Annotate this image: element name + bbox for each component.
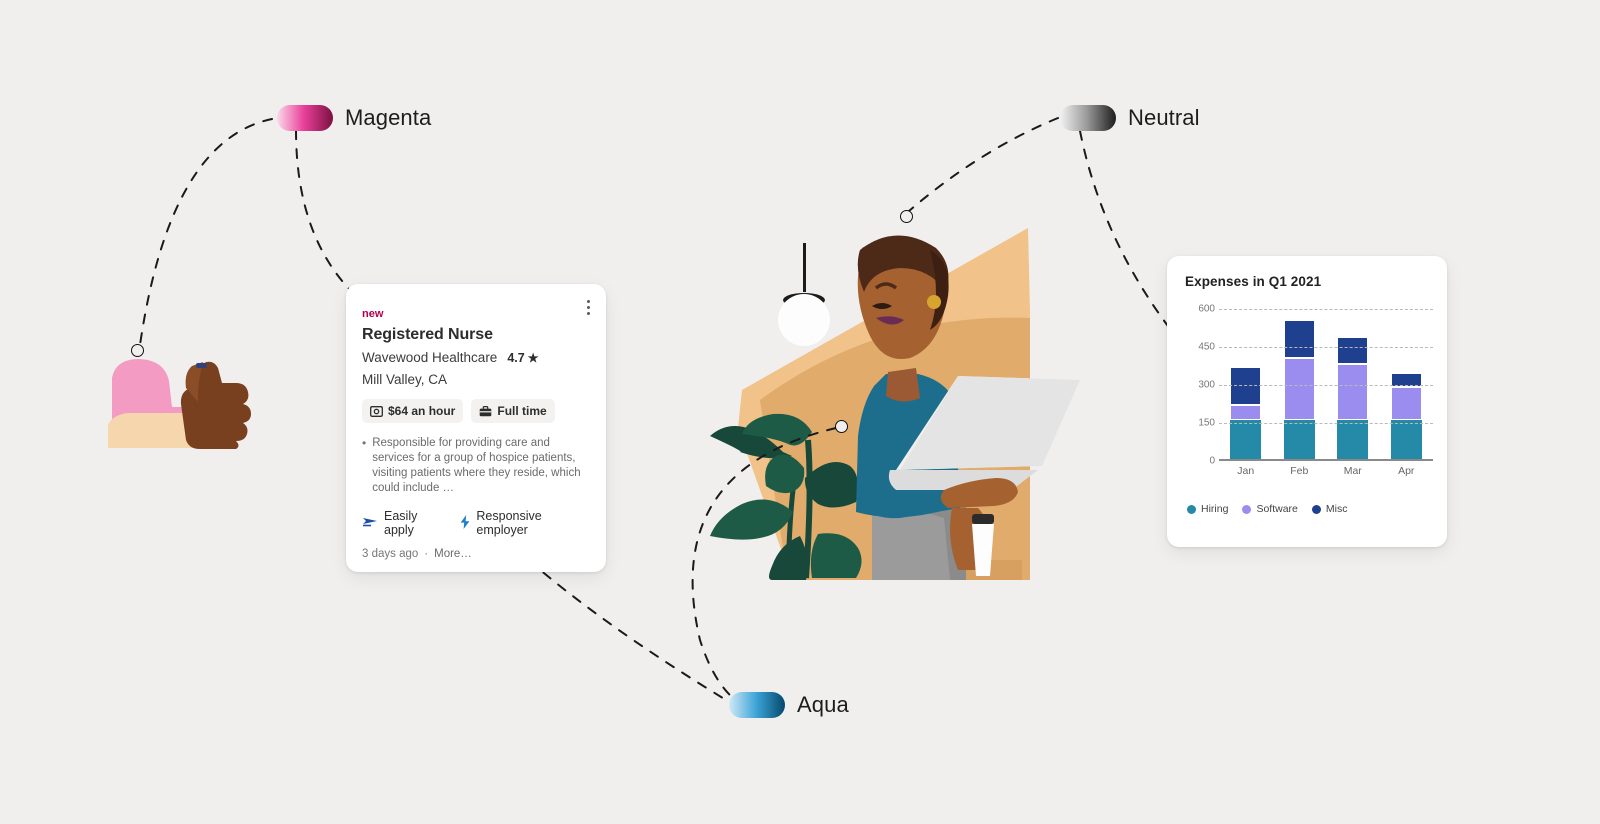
swatch-neutral[interactable]: Neutral [1060, 105, 1200, 131]
bar-column [1380, 309, 1434, 459]
x-tick-label: Feb [1290, 465, 1309, 477]
legend-item: Hiring [1187, 503, 1228, 515]
footer-separator: · [424, 548, 429, 560]
legend-item: Misc [1311, 503, 1348, 515]
connector-magenta-to-card [295, 129, 357, 297]
easily-apply-item: Easily apply [362, 509, 446, 537]
y-tick-label: 600 [1198, 303, 1215, 315]
more-options-icon[interactable] [586, 300, 590, 315]
gridline [1219, 423, 1433, 424]
bar-column [1273, 309, 1327, 459]
bar-segment-software [1390, 386, 1422, 420]
job-title[interactable]: Registered Nurse [362, 326, 590, 344]
easily-apply-label: Easily apply [384, 509, 418, 537]
legend-dot [1311, 504, 1321, 514]
legend-dot [1187, 504, 1196, 514]
chart-bars [1219, 309, 1433, 459]
job-description-text: Responsible for providing care and servi… [372, 437, 581, 494]
y-tick-label: 0 [1209, 455, 1215, 467]
job-card[interactable]: new Registered Nurse Wavewood Healthcare… [346, 284, 606, 572]
bar-segment-hiring [1230, 419, 1262, 459]
x-tick-label: Apr [1398, 465, 1415, 477]
job-chips: $64 an hour Full time [362, 399, 590, 423]
bar-segment-hiring [1390, 419, 1422, 459]
job-footer: 3 days ago · More… [362, 548, 590, 560]
bar-segment-software [1283, 357, 1315, 420]
job-description: • Responsible for providing care and ser… [362, 436, 590, 496]
responsive-employer-label: Responsive employer [476, 509, 542, 537]
chart-grid [1219, 309, 1433, 461]
gridline [1219, 385, 1433, 386]
send-icon [362, 516, 378, 531]
job-location: Mill Valley, CA [362, 372, 448, 387]
bar-column [1219, 309, 1273, 459]
node-person [900, 210, 913, 223]
legend-label: Misc [1325, 503, 1348, 515]
job-card-header: new [362, 298, 590, 320]
gridline [1219, 309, 1433, 310]
bar-segment-hiring [1337, 419, 1369, 459]
bullet-marker: • [362, 436, 367, 450]
jobtype-chip: Full time [471, 399, 555, 423]
job-company-name: Wavewood Healthcare [362, 350, 498, 365]
legend-dot [1242, 504, 1252, 514]
stacked-bar [1230, 366, 1262, 459]
bar-segment-misc [1283, 319, 1315, 358]
bar-column [1326, 309, 1380, 459]
person-working-illustration [710, 228, 1080, 580]
job-company-row: Wavewood Healthcare 4.7 ★ [362, 350, 590, 365]
briefcase-icon [479, 405, 492, 417]
bolt-icon [460, 514, 470, 532]
x-axis-labels: Jan Feb Mar Apr [1219, 465, 1433, 477]
x-tick-label: Jan [1237, 465, 1255, 477]
neutral-color-pill [1060, 105, 1116, 131]
swatch-aqua[interactable]: Aqua [729, 692, 849, 718]
thumbs-up-illustration [108, 359, 251, 449]
legend-label: Software [1256, 503, 1298, 515]
y-axis-labels: 0 150 300 450 600 [1185, 304, 1215, 467]
y-tick-label: 150 [1198, 417, 1215, 429]
stacked-bar [1283, 319, 1315, 459]
stacked-bar [1337, 337, 1369, 459]
star-icon: ★ [527, 350, 539, 365]
gridline [1219, 347, 1433, 348]
posted-date: 3 days ago [362, 548, 419, 560]
legend-label: Hiring [1201, 503, 1229, 515]
y-tick-label: 300 [1198, 379, 1215, 391]
chart-card: Expenses in Q1 2021 0 150 300 450 600 Jan Feb… [1167, 256, 1447, 547]
bar-segment-misc [1337, 337, 1369, 365]
chart-legend: Hiring Software Misc [1185, 503, 1431, 515]
node-plant [835, 420, 848, 433]
connector-magenta-to-thumb [139, 118, 273, 346]
x-axis-line [1219, 459, 1433, 461]
aqua-label: Aqua [797, 692, 849, 717]
money-icon [370, 405, 383, 417]
salary-chip-label: $64 an hour [388, 404, 456, 418]
aqua-color-pill [729, 692, 785, 718]
bar-segment-hiring [1283, 419, 1315, 459]
jobtype-chip-label: Full time [497, 404, 547, 418]
magenta-label: Magenta [345, 105, 432, 130]
bar-segment-software [1230, 404, 1262, 420]
more-link[interactable]: More… [434, 548, 472, 560]
magenta-color-pill [277, 105, 333, 131]
bar-segment-software [1337, 364, 1369, 420]
neutral-label: Neutral [1128, 105, 1200, 130]
chart-plot-area: 0 150 300 450 600 Jan Feb Mar Apr [1185, 304, 1433, 477]
connector-plant-to-aqua [691, 427, 837, 707]
rating-value: 4.7 [507, 350, 525, 365]
y-tick-label: 450 [1198, 341, 1215, 353]
legend-item: Software [1242, 503, 1298, 515]
new-badge: new [362, 308, 384, 320]
job-rating: 4.7 ★ [507, 351, 538, 365]
node-thumb [131, 344, 144, 357]
canvas: Magenta Neutral Aqua new Registered Nurs… [0, 0, 1600, 824]
job-meta-row: Easily apply Responsive employer [362, 509, 590, 537]
chart-title: Expenses in Q1 2021 [1185, 274, 1322, 289]
connector-neutral-to-person [908, 117, 1059, 212]
salary-chip: $64 an hour [362, 399, 464, 423]
x-tick-label: Mar [1343, 465, 1362, 477]
responsive-employer-item: Responsive employer [460, 509, 590, 537]
swatch-magenta[interactable]: Magenta [277, 105, 431, 131]
